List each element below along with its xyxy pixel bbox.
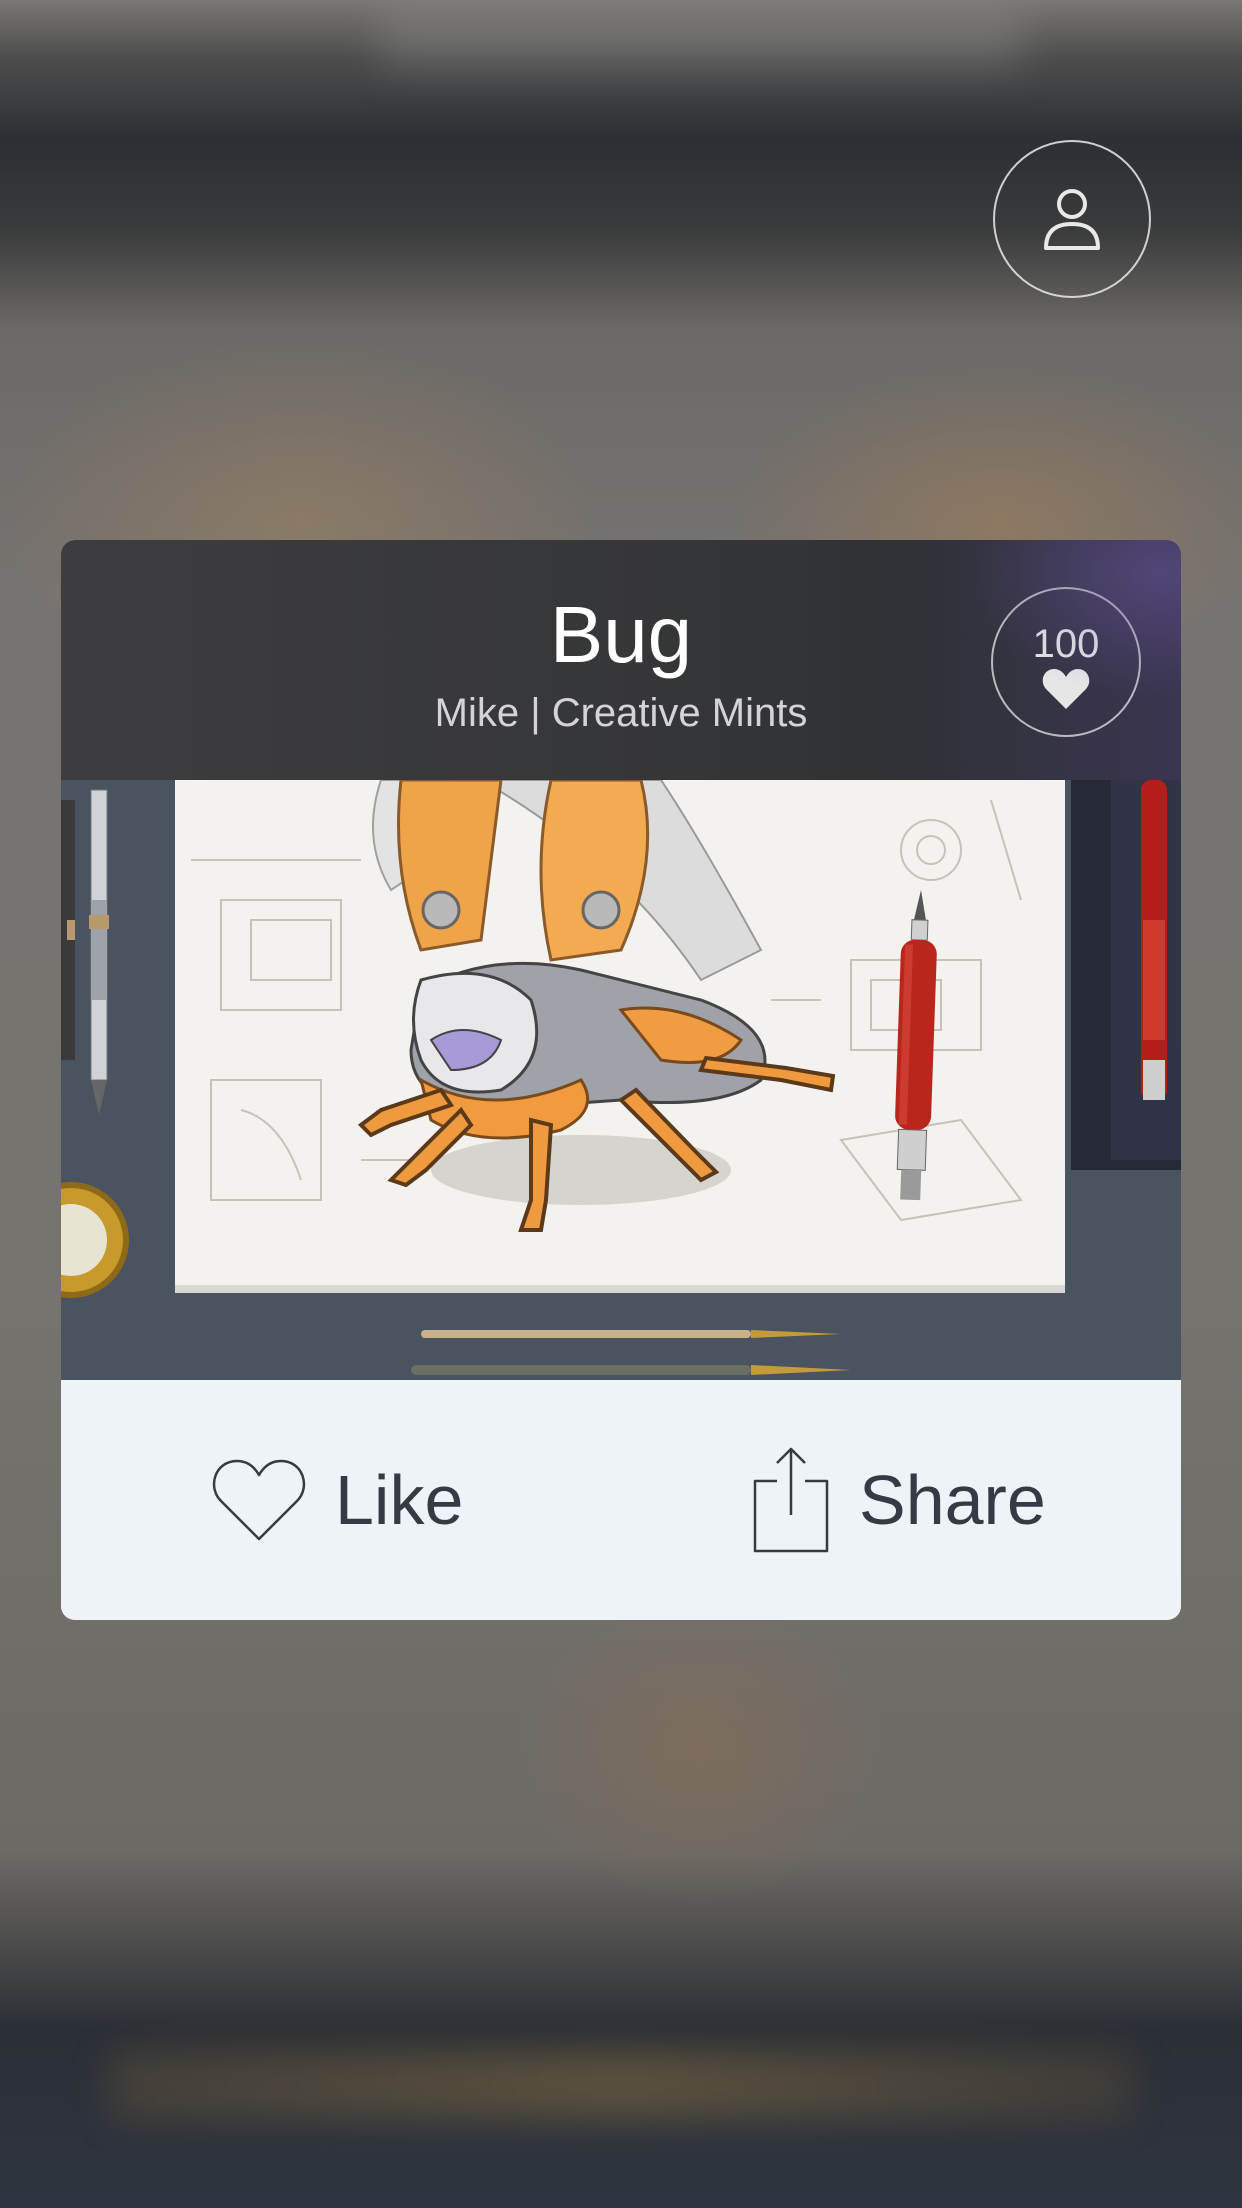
share-label: Share (859, 1461, 1046, 1539)
share-button[interactable]: Share (751, 1380, 1046, 1620)
artwork-image[interactable] (61, 778, 1181, 1380)
likes-count: 100 (1032, 622, 1100, 666)
artwork-illustration (61, 778, 1181, 1380)
action-bar: Like Share (61, 1380, 1181, 1620)
background-blur-band-bottom (110, 2050, 1132, 2120)
heart-outline-icon (212, 1459, 306, 1541)
like-button[interactable]: Like (211, 1380, 463, 1620)
background-blur-band-top (380, 10, 1022, 70)
likes-badge: 100 (991, 587, 1141, 737)
user-icon (1044, 189, 1100, 250)
like-label: Like (335, 1461, 464, 1539)
card-header: Bug Mike | Creative Mints 100 (61, 540, 1181, 780)
heart-filled-icon (1042, 669, 1090, 709)
profile-button[interactable] (993, 140, 1151, 298)
share-icon (753, 1447, 829, 1553)
post-title: Bug (549, 590, 693, 679)
post-card: Bug Mike | Creative Mints 100 Like Share (61, 540, 1181, 1620)
